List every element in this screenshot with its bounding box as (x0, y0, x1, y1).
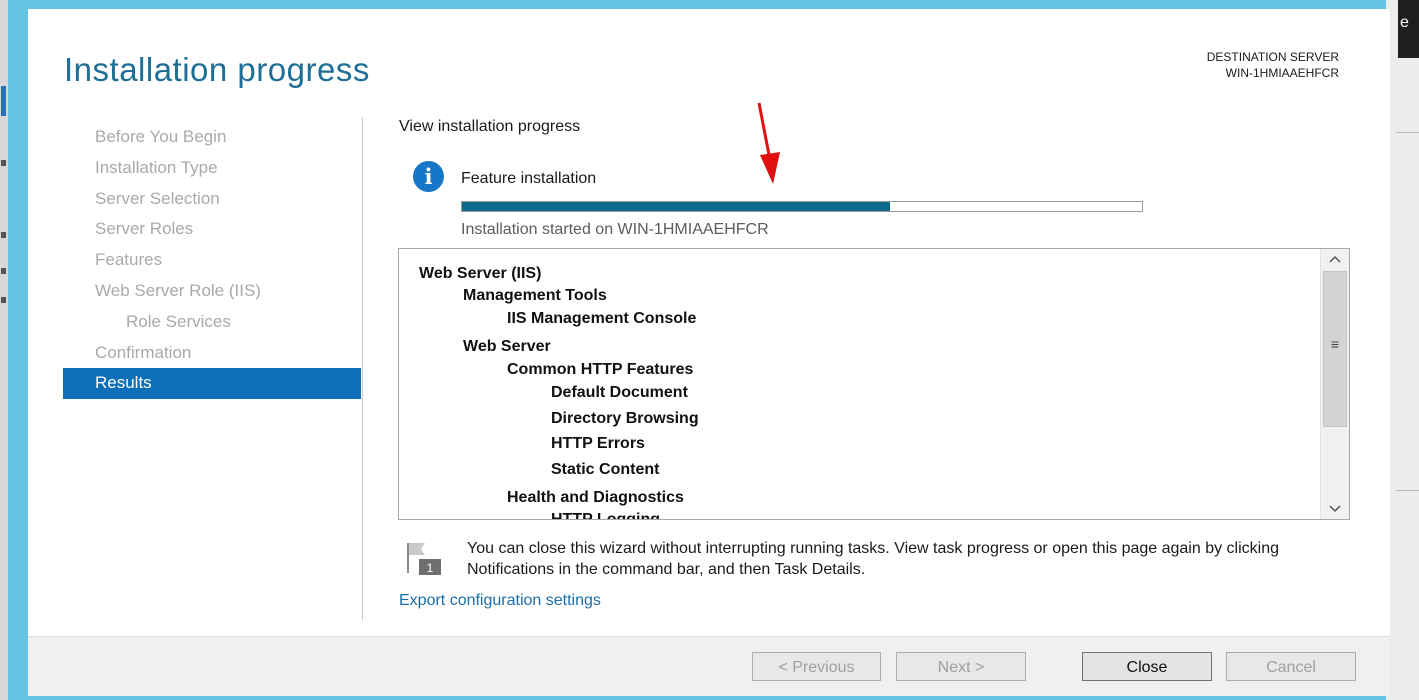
list-item: HTTP Errors (551, 435, 645, 452)
background-titlebar: e (1398, 0, 1419, 58)
destination-server-name: WIN-1HMIAAEHFCR (1225, 66, 1339, 80)
background-mark (1, 160, 6, 166)
list-item: Web Server (463, 338, 551, 355)
close-button[interactable]: Close (1082, 652, 1212, 681)
chevron-down-icon[interactable] (1321, 499, 1349, 519)
wizard-dialog: Installation progress DESTINATION SERVER… (28, 9, 1390, 696)
background-mark (1, 297, 6, 303)
list-item: Static Content (551, 461, 660, 478)
background-mark (1, 268, 6, 274)
nav-item-confirmation[interactable]: Confirmation (63, 338, 361, 369)
nav-item-installation-type[interactable]: Installation Type (63, 153, 361, 184)
info-icon: i (413, 161, 444, 192)
background-mark (1, 232, 6, 238)
installation-status: Installation started on WIN-1HMIAAEHFCR (461, 221, 769, 238)
page-title: Installation progress (64, 51, 370, 88)
section-heading: View installation progress (399, 118, 581, 135)
nav-item-before-you-begin[interactable]: Before You Begin (63, 122, 361, 153)
list-item: Health and Diagnostics (507, 489, 684, 506)
list-item: IIS Management Console (507, 310, 697, 327)
progress-bar (461, 201, 1143, 212)
background-divider (1396, 132, 1419, 133)
background-window-left (0, 0, 8, 700)
list-item: HTTP Logging (551, 511, 661, 520)
list-item: Web Server (IIS) (419, 265, 542, 282)
chevron-up-icon[interactable] (1321, 249, 1349, 269)
list-item: Directory Browsing (551, 410, 699, 427)
export-configuration-link[interactable]: Export configuration settings (399, 592, 601, 610)
nav-item-server-selection[interactable]: Server Selection (63, 184, 361, 215)
info-note: You can close this wizard without interr… (467, 540, 1280, 578)
nav-item-features[interactable]: Features (63, 245, 361, 276)
nav-item-results[interactable]: Results (63, 368, 361, 400)
dialog-frame: Installation progress DESTINATION SERVER… (8, 0, 1390, 700)
list-item: Default Document (551, 384, 688, 401)
nav-divider (362, 117, 363, 620)
feature-installation-label: Feature installation (461, 170, 597, 187)
next-button[interactable]: Next > (896, 652, 1026, 681)
button-bar: < Previous Next > Close Cancel (28, 636, 1390, 696)
flag-icon: 1 (405, 539, 445, 579)
feature-list[interactable]: Web Server (IIS) Management Tools IIS Ma… (398, 248, 1350, 520)
background-divider (1396, 490, 1419, 491)
scrollbar[interactable]: ≡ (1320, 249, 1349, 519)
background-accent (1, 86, 6, 116)
destination-label: DESTINATION SERVER (1206, 50, 1339, 64)
list-item: Management Tools (463, 287, 607, 304)
nav-item-server-roles[interactable]: Server Roles (63, 214, 361, 245)
nav-item-web-server-role[interactable]: Web Server Role (IIS) (63, 276, 361, 307)
cancel-button[interactable]: Cancel (1226, 652, 1356, 681)
nav-item-role-services[interactable]: Role Services (63, 307, 361, 338)
progress-fill (462, 202, 891, 211)
grip-icon: ≡ (1330, 336, 1340, 352)
wizard-nav: Before You Begin Installation Type Serve… (63, 122, 361, 400)
notification-count: 1 (427, 561, 434, 575)
list-item: Common HTTP Features (507, 361, 694, 378)
background-window-right: e (1386, 0, 1419, 700)
destination-server: DESTINATION SERVER WIN-1HMIAAEHFCR (1207, 49, 1339, 81)
previous-button[interactable]: < Previous (752, 652, 881, 681)
